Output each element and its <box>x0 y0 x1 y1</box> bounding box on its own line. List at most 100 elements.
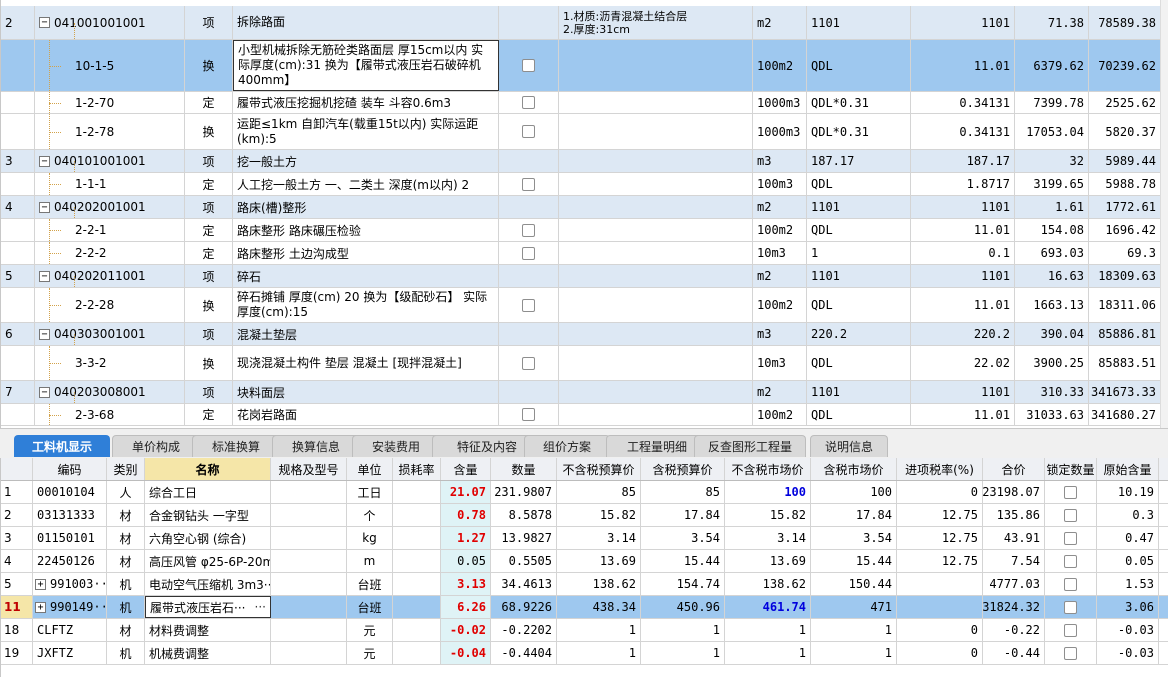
lock-cell[interactable] <box>499 6 559 39</box>
minus-box-icon[interactable]: − <box>39 201 50 213</box>
code-cell[interactable]: −041001001001 <box>35 6 185 39</box>
code-cell[interactable]: 3-3-2 <box>35 346 185 380</box>
quota-row[interactable]: 3-3-2 换现浇混凝土构件 垫层 混凝土 [现拌混凝土] 10m3 QDL 22.02… <box>1 346 1168 381</box>
lock-quantity-cell[interactable] <box>1045 550 1097 572</box>
plus-box-icon[interactable]: + <box>35 601 46 613</box>
lock-cell[interactable] <box>499 288 559 322</box>
column-header[interactable]: 锁定数量 <box>1045 458 1097 480</box>
lock-quantity-checkbox[interactable] <box>1064 508 1077 522</box>
quota-row[interactable]: 1-1-1 定人工挖一般土方 一、二类土 深度(m以内) 2 100m3 QDL 1.8… <box>1 173 1168 196</box>
minus-box-icon[interactable]: − <box>39 386 50 398</box>
code-cell[interactable]: −040101001001 <box>35 150 185 172</box>
lock-cell[interactable] <box>499 381 559 403</box>
lock-cell[interactable] <box>499 242 559 264</box>
column-header[interactable]: 类别 <box>107 458 145 480</box>
lock-quantity-cell[interactable] <box>1045 642 1097 664</box>
quota-row[interactable]: 2-2-1 定路床整形 路床碾压检验 100m2 QDL 11.01 154.08 1696… <box>1 219 1168 242</box>
column-header[interactable]: 原始含量 <box>1097 458 1159 480</box>
tab-9[interactable]: 说明信息 <box>810 435 888 457</box>
name-cell[interactable]: 高压风管 φ25-6P-20m <box>145 550 271 572</box>
code-cell[interactable]: −040203008001 <box>35 381 185 403</box>
column-header[interactable]: 编码 <box>33 458 107 480</box>
lock-cell[interactable] <box>499 150 559 172</box>
code-cell[interactable]: 2-3-68 <box>35 404 185 425</box>
lock-cell[interactable] <box>499 92 559 113</box>
column-header[interactable]: 不含税预算价 <box>557 458 641 480</box>
tab-4[interactable]: 安装费用 <box>352 435 440 457</box>
resource-row[interactable]: 5+991003···机电动空气压缩机 3m3···台班3.1334.46131… <box>1 573 1168 596</box>
bill-item-row[interactable]: 5−040202011001 项碎石 m2 1101 1101 16.63 18309.63 <box>1 265 1168 288</box>
name-cell[interactable]: 小型机械拆除无筋砼类路面层 厚15cm以内 实际厚度(cm):31 换为【履带式… <box>233 40 499 91</box>
resource-row[interactable]: 3 01150101 材六角空心钢 (综合) kg 1.27 13.9827 3.14 3.5… <box>1 527 1168 550</box>
bill-item-row[interactable]: 4−040202001001 项路床(槽)整形 m2 1101 1101 1.61 1772… <box>1 196 1168 219</box>
code-cell[interactable]: −040303001001 <box>35 323 185 345</box>
lock-quantity-cell[interactable] <box>1045 527 1097 549</box>
name-cell[interactable]: 履带式液压岩石··· ··· <box>145 596 271 618</box>
minus-box-icon[interactable]: − <box>39 270 50 282</box>
code-cell[interactable]: −040202001001 <box>35 196 185 218</box>
column-header[interactable]: 含量 <box>441 458 491 480</box>
quota-row[interactable]: 1-2-70 定履带式液压挖掘机挖碴 装车 斗容0.6m3 1000m3 QDL*0.… <box>1 92 1168 114</box>
code-cell[interactable]: 2-2-2 <box>35 242 185 264</box>
column-header[interactable]: 含税市场价 <box>811 458 897 480</box>
name-cell[interactable]: 电动空气压缩机 3m3··· <box>145 573 271 595</box>
code-cell[interactable]: 2-2-28 <box>35 288 185 322</box>
column-header[interactable]: 规格及型号 <box>271 458 347 480</box>
code-cell[interactable]: +991003··· <box>33 573 107 595</box>
lock-quantity-checkbox[interactable] <box>1064 646 1077 660</box>
resource-row[interactable]: 18 CLFTZ 材材料费调整元 -0.02 -0.2202 1 1 1 1 0 -0.22 -0.0… <box>1 619 1168 642</box>
lock-cell[interactable] <box>499 114 559 149</box>
bill-item-row[interactable]: 6−040303001001 项混凝土垫层 m3 220.2 220.2 390.04 85… <box>1 323 1168 346</box>
lock-cell[interactable] <box>499 404 559 425</box>
lock-quantity-checkbox[interactable] <box>1064 554 1077 568</box>
code-cell[interactable]: 10-1-5 <box>35 40 185 91</box>
lock-quantity-cell[interactable] <box>1045 504 1097 526</box>
lock-cell[interactable] <box>499 346 559 380</box>
lock-quantity-checkbox[interactable] <box>1064 577 1077 591</box>
quota-row[interactable]: 2-3-68 定花岗岩路面 100m2 QDL 11.01 31033.63 341680.… <box>1 404 1168 426</box>
column-header[interactable]: 损耗率 <box>393 458 441 480</box>
lock-checkbox[interactable] <box>522 125 535 138</box>
lock-checkbox[interactable] <box>522 408 535 421</box>
lock-cell[interactable] <box>499 196 559 218</box>
name-cell[interactable]: 材料费调整 <box>145 619 271 641</box>
resource-row[interactable]: 4 22450126 材高压风管 φ25-6P-20m m 0.05 0.5505 13.6… <box>1 550 1168 573</box>
code-cell[interactable]: 1-2-78 <box>35 114 185 149</box>
lock-cell[interactable] <box>499 40 559 91</box>
lock-cell[interactable] <box>499 265 559 287</box>
resource-row[interactable]: 19 JXFTZ 机机械费调整元 -0.04 -0.4404 1 1 1 1 0 -0.44 -0.0… <box>1 642 1168 665</box>
resource-row[interactable]: 1 00010104 人综合工日 工日 21.07 231.9807 85 85 100 100 0… <box>1 481 1168 504</box>
column-header[interactable]: 进项税率(%) <box>897 458 983 480</box>
name-cell[interactable]: 机械费调整 <box>145 642 271 664</box>
minus-box-icon[interactable]: − <box>39 328 50 340</box>
ellipsis-icon[interactable]: ··· <box>255 600 266 614</box>
lock-quantity-cell[interactable] <box>1045 619 1097 641</box>
column-header[interactable]: 名称 <box>145 458 271 480</box>
lock-quantity-cell[interactable] <box>1045 573 1097 595</box>
lock-checkbox[interactable] <box>522 177 535 191</box>
tab-6[interactable]: 组价方案 <box>524 435 610 457</box>
lock-checkbox[interactable] <box>522 59 535 72</box>
name-cell[interactable]: 六角空心钢 (综合) <box>145 527 271 549</box>
resource-row[interactable]: 2 03131333 材合金钢钻头 一字型个 0.78 8.5878 15.82 17.84… <box>1 504 1168 527</box>
code-cell[interactable]: +990149··· <box>33 596 107 618</box>
lock-quantity-cell[interactable] <box>1045 596 1097 618</box>
code-cell[interactable]: 2-2-1 <box>35 219 185 241</box>
lock-quantity-cell[interactable] <box>1045 481 1097 503</box>
lock-checkbox[interactable] <box>522 298 535 312</box>
quota-row[interactable]: 2-2-28 换碎石摊铺 厚度(cm) 20 换为【级配砂石】 实际厚度(cm):… <box>1 288 1168 323</box>
plus-box-icon[interactable]: + <box>35 578 46 590</box>
lock-quantity-checkbox[interactable] <box>1064 600 1077 614</box>
resource-row[interactable]: 11+990149···机履带式液压岩石······台班6.2668.92264… <box>1 596 1168 619</box>
lock-quantity-checkbox[interactable] <box>1064 485 1077 499</box>
tab-8[interactable]: 反查图形工程量 <box>694 435 806 457</box>
minus-box-icon[interactable]: − <box>39 155 50 167</box>
lock-cell[interactable] <box>499 173 559 195</box>
code-cell[interactable]: 1-2-70 <box>35 92 185 113</box>
column-header[interactable]: 不含税市场价 <box>725 458 811 480</box>
lock-cell[interactable] <box>499 323 559 345</box>
bill-item-row[interactable]: 3−040101001001 项挖一般土方 m3 187.17 187.17 32 5989… <box>1 150 1168 173</box>
tab-1[interactable]: 单价构成 <box>112 435 200 457</box>
quota-row[interactable]: 1-2-78 换运距≤1km 自卸汽车(载重15t以内) 实际运距(km):5 10… <box>1 114 1168 150</box>
lock-checkbox[interactable] <box>522 356 535 370</box>
